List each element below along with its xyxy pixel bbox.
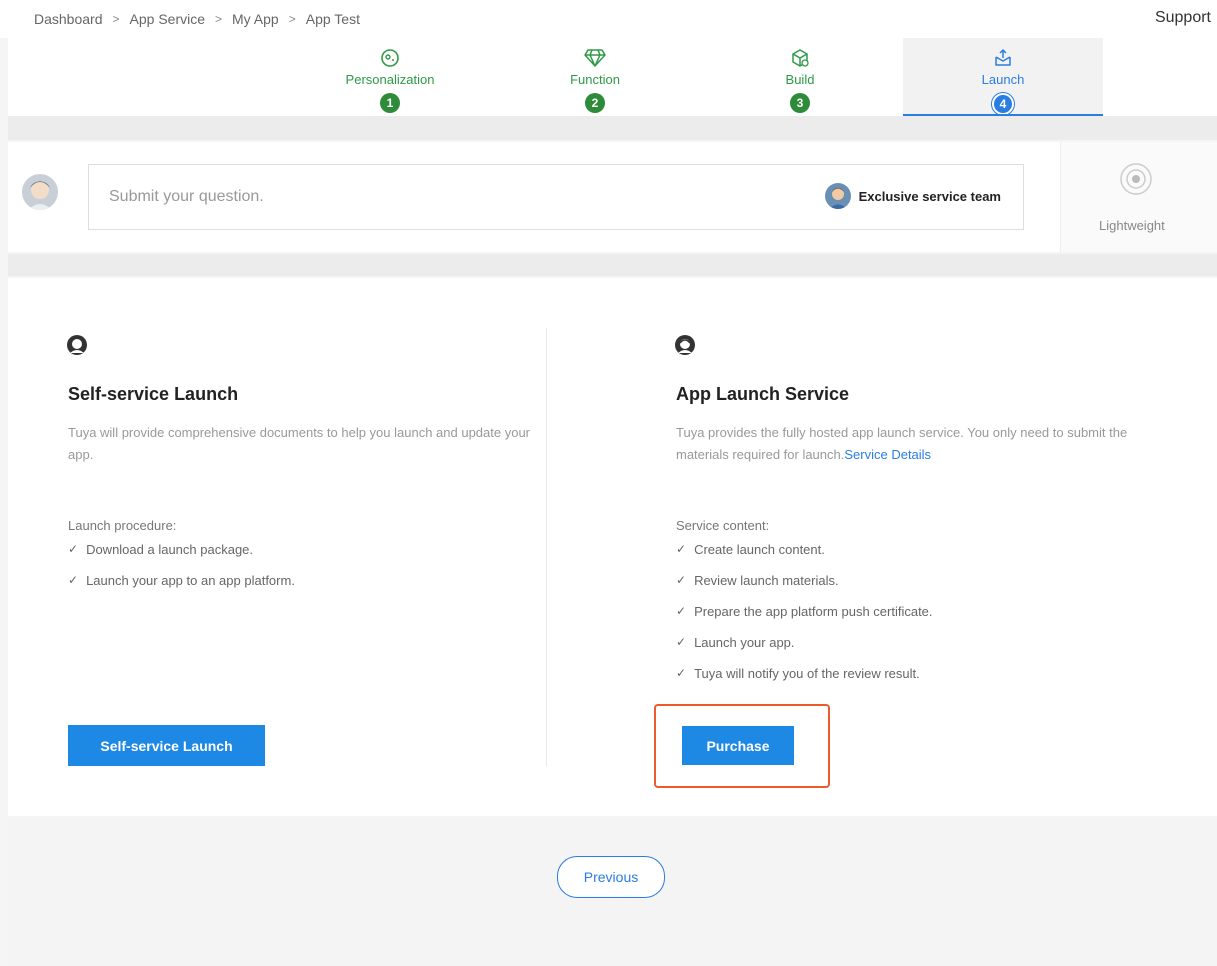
- palette-icon: [290, 48, 490, 70]
- app-launch-service-title: App Launch Service: [676, 384, 850, 404]
- self-service-description: Tuya will provide comprehensive document…: [68, 425, 531, 462]
- list-item-text: Create launch content.: [694, 542, 825, 557]
- step-launch[interactable]: Launch 4: [903, 38, 1103, 116]
- check-icon: ✓: [68, 573, 79, 587]
- check-icon: ✓: [68, 542, 79, 556]
- service-content-title: Service content:: [676, 518, 770, 533]
- question-panel: Submit your question. Exclusive service …: [8, 142, 1217, 252]
- box-icon: [700, 48, 900, 70]
- list-item: ✓ Launch your app to an app platform.: [68, 573, 295, 604]
- check-icon: ✓: [676, 604, 687, 618]
- step-personalization[interactable]: Personalization 1: [290, 48, 490, 113]
- self-service-title: Self-service Launch: [68, 384, 239, 404]
- step-progress: Personalization 1 Function 2 Build 3 Lau…: [8, 38, 1217, 116]
- list-item: ✓ Create launch content.: [676, 542, 933, 573]
- section-divider: [8, 116, 1217, 140]
- lightweight-label: Lightweight: [1099, 218, 1165, 233]
- list-item: ✓ Review launch materials.: [676, 573, 933, 604]
- launch-procedure-title: Launch procedure:: [68, 518, 177, 533]
- chevron-right-icon: >: [112, 12, 120, 26]
- breadcrumb-app-service[interactable]: App Service: [130, 11, 205, 27]
- upload-icon: [903, 48, 1103, 70]
- question-input[interactable]: Submit your question. Exclusive service …: [88, 164, 1024, 230]
- list-item-text: Launch your app to an app platform.: [86, 573, 295, 588]
- question-placeholder: Submit your question.: [109, 188, 264, 205]
- list-item: ✓ Download a launch package.: [68, 542, 295, 573]
- step-number-badge: 2: [585, 93, 605, 113]
- column-divider: [546, 328, 547, 766]
- list-item: ✓ Prepare the app platform push certifica…: [676, 604, 933, 635]
- footer: Previous: [8, 820, 1217, 966]
- breadcrumb-app-test: App Test: [305, 11, 360, 27]
- step-label: Function: [570, 72, 620, 87]
- chevron-right-icon: >: [288, 12, 296, 26]
- app-launch-service-description: Tuya provides the fully hosted app launc…: [676, 422, 1166, 466]
- lightweight-panel[interactable]: Lightweight: [1060, 142, 1217, 252]
- list-item-text: Tuya will notify you of the review resul…: [694, 666, 920, 681]
- check-icon: ✓: [676, 666, 687, 680]
- check-icon: ✓: [676, 635, 687, 649]
- exclusive-service-team-button[interactable]: Exclusive service team: [824, 183, 1001, 209]
- launch-procedure-list: ✓ Download a launch package. ✓ Launch your…: [68, 542, 295, 604]
- check-icon: ✓: [676, 573, 687, 587]
- avatar: [22, 174, 58, 210]
- step-build[interactable]: Build 3: [700, 48, 900, 113]
- launch-options: Self-service Launch Tuya will provide co…: [8, 278, 1217, 816]
- self-service-card: Self-service Launch Tuya will provide co…: [60, 278, 540, 816]
- app-launch-service-card: App Launch Service Tuya provides the ful…: [654, 278, 1188, 816]
- user-icon: [66, 334, 88, 361]
- breadcrumb-my-app[interactable]: My App: [232, 11, 279, 27]
- list-item-text: Review launch materials.: [694, 573, 839, 588]
- service-details-link[interactable]: Service Details: [844, 447, 931, 462]
- top-bar: Dashboard > App Service > My App > App T…: [0, 0, 1217, 38]
- radar-icon: [1120, 163, 1152, 195]
- check-icon: ✓: [676, 542, 687, 556]
- list-item-text: Download a launch package.: [86, 542, 254, 557]
- step-label: Personalization: [345, 72, 435, 87]
- self-service-launch-button[interactable]: Self-service Launch: [68, 725, 265, 766]
- previous-button[interactable]: Previous: [557, 856, 665, 898]
- step-number-badge: 4: [992, 93, 1014, 115]
- support-link[interactable]: Support: [1155, 9, 1211, 27]
- chevron-right-icon: >: [215, 12, 223, 26]
- step-label: Launch: [981, 72, 1025, 87]
- service-content-list: ✓ Create launch content. ✓ Review launch m…: [676, 542, 933, 697]
- list-item: ✓ Launch your app.: [676, 635, 933, 666]
- step-function[interactable]: Function 2: [495, 48, 695, 113]
- list-item-text: Launch your app.: [694, 635, 795, 650]
- step-label: Build: [785, 72, 815, 87]
- step-number-badge: 1: [380, 93, 400, 113]
- section-divider: [8, 254, 1217, 276]
- exclusive-service-team-label: Exclusive service team: [858, 188, 1001, 204]
- service-agent-icon: [674, 334, 696, 361]
- list-item: ✓ Tuya will notify you of the review resu…: [676, 666, 933, 697]
- diamond-icon: [495, 48, 695, 70]
- breadcrumb: Dashboard > App Service > My App > App T…: [34, 11, 360, 27]
- breadcrumb-dashboard[interactable]: Dashboard: [34, 11, 103, 27]
- service-agent-avatar: [824, 183, 851, 209]
- list-item-text: Prepare the app platform push certificat…: [694, 604, 933, 619]
- purchase-button[interactable]: Purchase: [682, 726, 794, 765]
- step-number-badge: 3: [790, 93, 810, 113]
